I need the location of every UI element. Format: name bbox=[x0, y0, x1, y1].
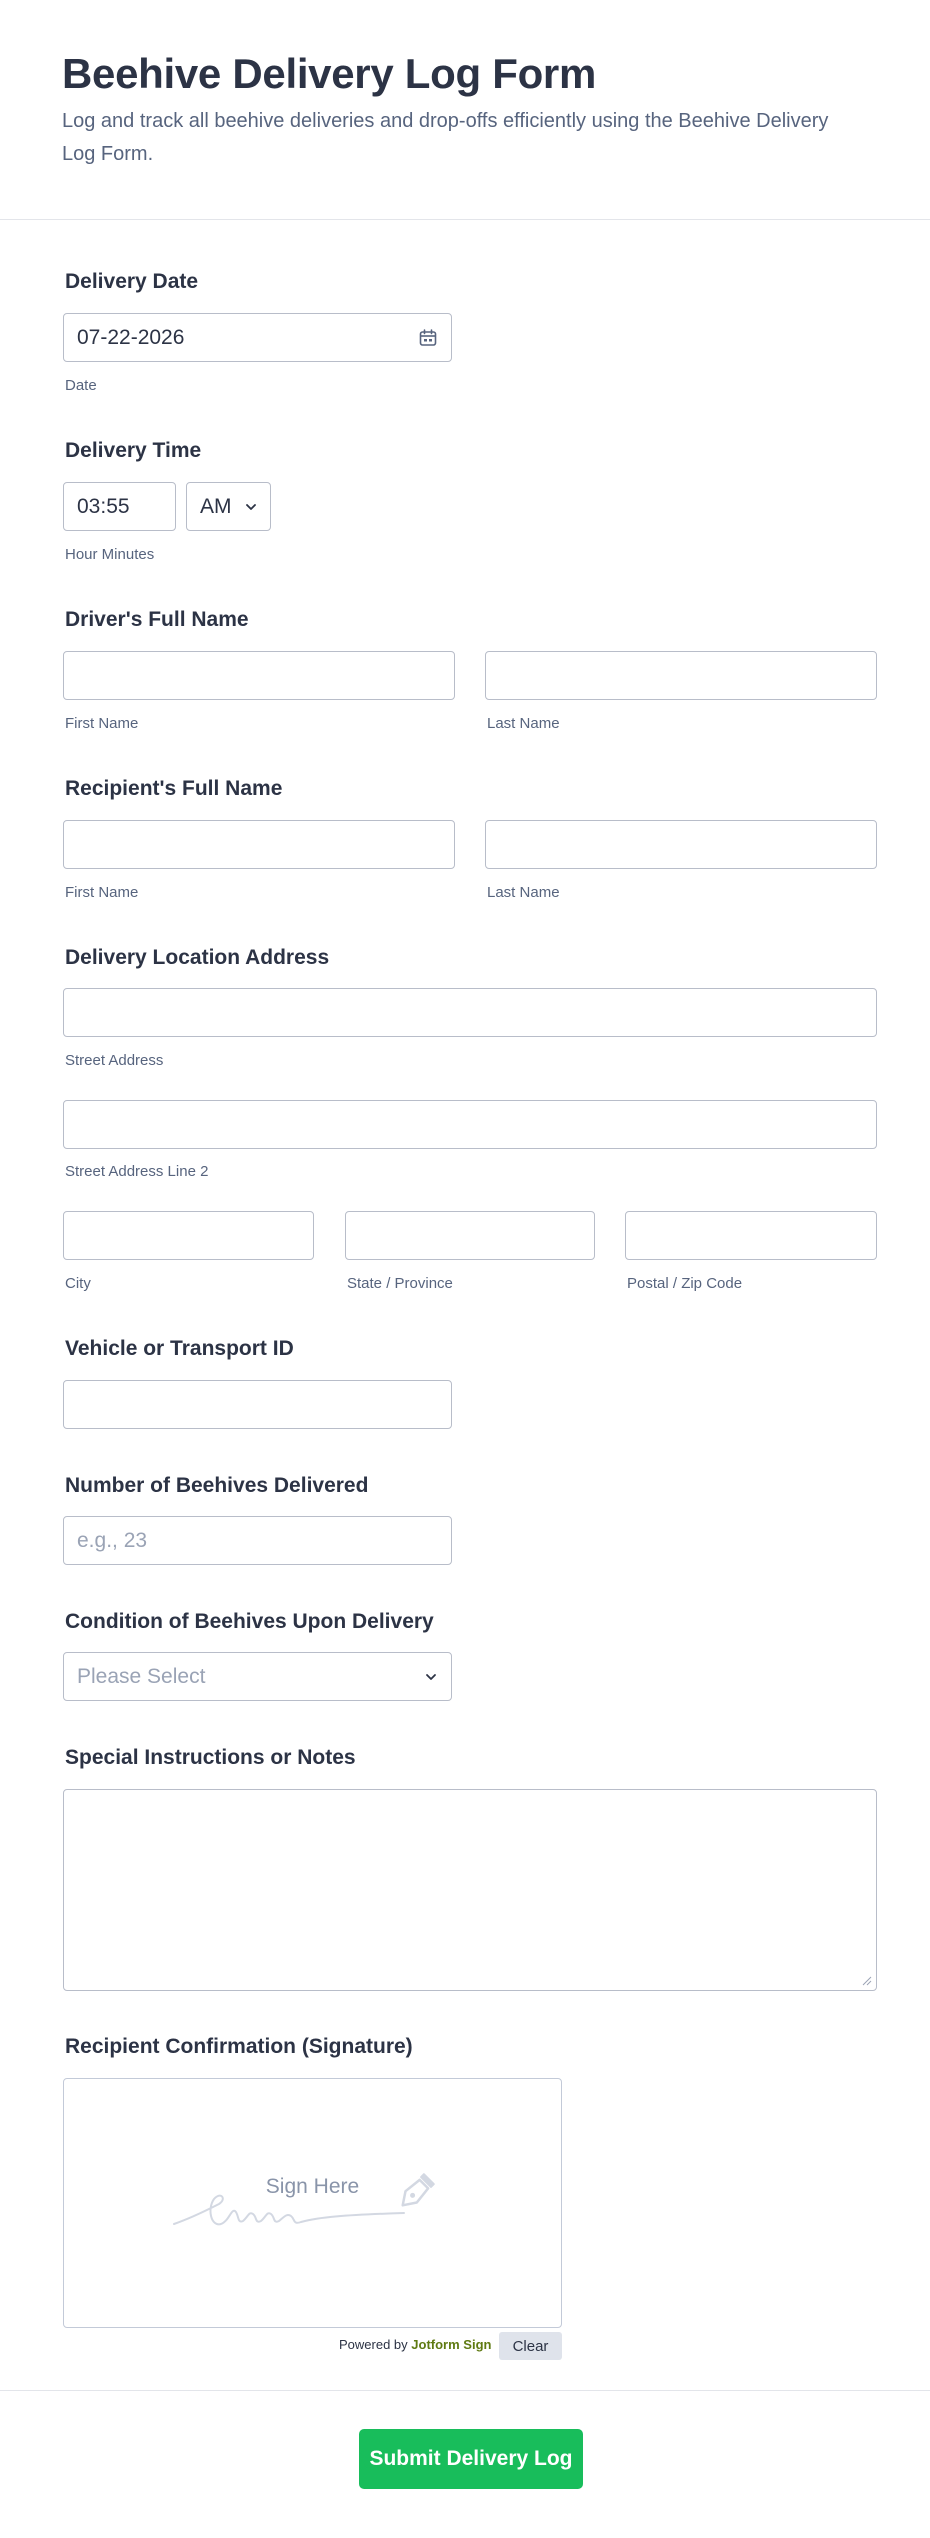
ampm-select[interactable]: AM bbox=[186, 482, 271, 531]
notes-textarea[interactable] bbox=[63, 1789, 877, 1991]
footer-divider bbox=[0, 2390, 930, 2391]
clear-signature-button[interactable]: Clear bbox=[499, 2332, 562, 2360]
driver-first-name-sublabel: First Name bbox=[65, 715, 139, 732]
city-input[interactable] bbox=[63, 1211, 314, 1260]
zip-sublabel: Postal / Zip Code bbox=[627, 1275, 743, 1292]
recipient-first-name-sublabel: First Name bbox=[65, 884, 139, 901]
signature-pad[interactable]: Sign Here bbox=[63, 2078, 562, 2328]
zip-input[interactable] bbox=[625, 1211, 877, 1260]
jotform-sign-brand[interactable]: Jotform Sign bbox=[411, 2337, 491, 2352]
delivery-time-sublabel: Hour Minutes bbox=[65, 546, 155, 563]
delivery-date-value: 07-22-2026 bbox=[77, 325, 185, 349]
street-address-input[interactable] bbox=[63, 988, 877, 1037]
beehive-count-placeholder: e.g., 23 bbox=[77, 1528, 148, 1552]
vehicle-id-input[interactable] bbox=[63, 1380, 452, 1429]
form-title: Beehive Delivery Log Form bbox=[62, 50, 597, 97]
driver-name-label: Driver's Full Name bbox=[65, 608, 249, 631]
time-value: 03:55 bbox=[77, 494, 130, 518]
street-address-line2-sublabel: Street Address Line 2 bbox=[65, 1163, 209, 1180]
resize-grip-icon[interactable] bbox=[860, 1974, 872, 1986]
condition-select[interactable]: Please Select bbox=[63, 1652, 452, 1701]
state-sublabel: State / Province bbox=[347, 1275, 453, 1292]
recipient-last-name-input[interactable] bbox=[485, 820, 877, 869]
state-input[interactable] bbox=[345, 1211, 595, 1260]
driver-last-name-sublabel: Last Name bbox=[487, 715, 560, 732]
address-label: Delivery Location Address bbox=[65, 946, 330, 969]
powered-by-prefix: Powered by bbox=[339, 2337, 408, 2352]
time-input[interactable]: 03:55 bbox=[63, 482, 176, 531]
form-header: Beehive Delivery Log Form Log and track … bbox=[0, 0, 930, 220]
submit-button[interactable]: Submit Delivery Log bbox=[359, 2429, 583, 2489]
vehicle-label: Vehicle or Transport ID bbox=[65, 1337, 294, 1360]
street-address-sublabel: Street Address bbox=[65, 1052, 164, 1069]
street-address-line2-input[interactable] bbox=[63, 1100, 877, 1149]
form-description: Log and track all beehive deliveries and… bbox=[62, 110, 829, 165]
notes-label: Special Instructions or Notes bbox=[65, 1746, 356, 1769]
recipient-last-name-sublabel: Last Name bbox=[487, 884, 560, 901]
chevron-down-icon bbox=[246, 503, 256, 510]
delivery-date-sublabel: Date bbox=[65, 377, 97, 394]
signature-pen-icon bbox=[173, 2173, 435, 2226]
driver-first-name-input[interactable] bbox=[63, 651, 455, 700]
driver-last-name-input[interactable] bbox=[485, 651, 877, 700]
city-sublabel: City bbox=[65, 1275, 91, 1292]
beehive-count-label: Number of Beehives Delivered bbox=[65, 1474, 369, 1497]
delivery-date-label: Delivery Date bbox=[65, 270, 199, 293]
signature-label: Recipient Confirmation (Signature) bbox=[65, 2035, 413, 2058]
calendar-icon[interactable] bbox=[418, 328, 438, 348]
ampm-value: AM bbox=[200, 494, 232, 518]
recipient-first-name-input[interactable] bbox=[63, 820, 455, 869]
powered-by: Powered by Jotform Sign bbox=[339, 2337, 491, 2352]
delivery-time-label: Delivery Time bbox=[65, 439, 202, 462]
recipient-name-label: Recipient's Full Name bbox=[65, 777, 283, 800]
condition-selected: Please Select bbox=[77, 1664, 206, 1688]
beehive-count-input[interactable]: e.g., 23 bbox=[63, 1516, 452, 1565]
chevron-down-icon bbox=[426, 1673, 436, 1680]
delivery-date-input[interactable]: 07-22-2026 bbox=[63, 313, 452, 362]
condition-label: Condition of Beehives Upon Delivery bbox=[65, 1610, 434, 1633]
